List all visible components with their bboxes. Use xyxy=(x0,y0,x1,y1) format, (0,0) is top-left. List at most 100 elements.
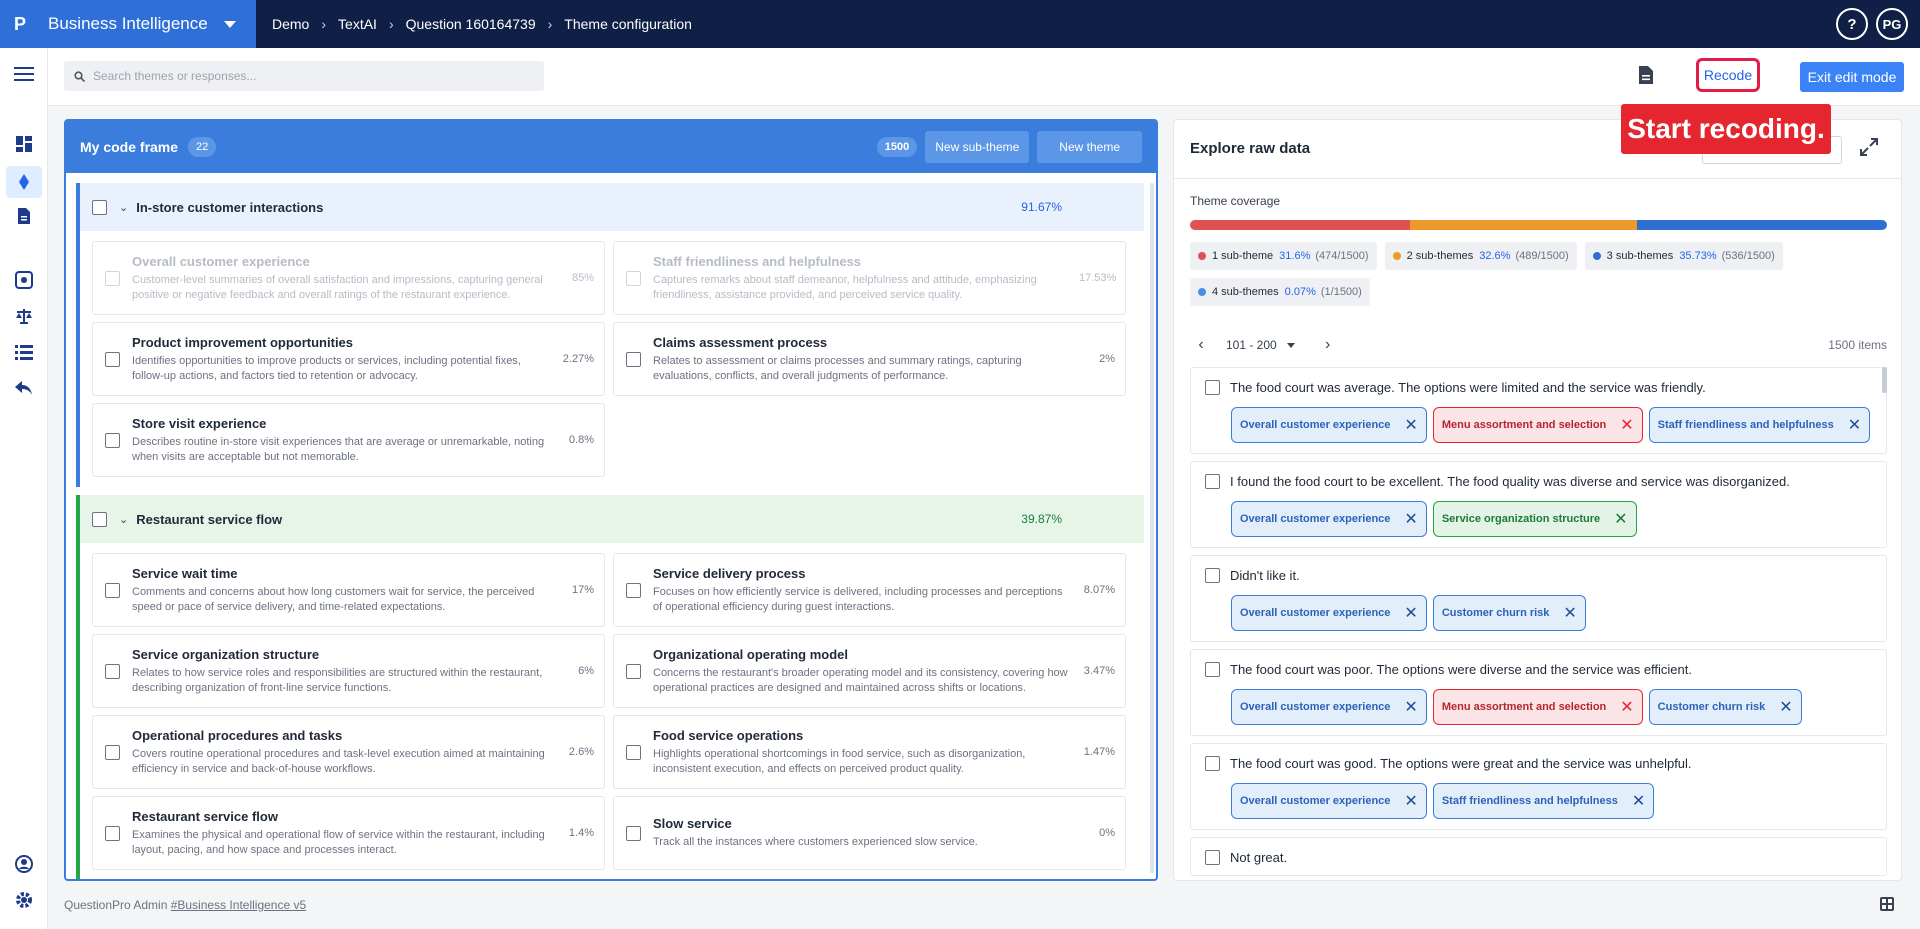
close-icon[interactable]: ✕ xyxy=(1779,697,1792,717)
theme-tag[interactable]: Overall customer experience ✕ xyxy=(1231,407,1427,443)
sub-theme-card[interactable]: Product improvement opportunities Identif… xyxy=(92,322,605,396)
sub-theme-checkbox[interactable] xyxy=(105,744,120,760)
expand-icon[interactable] xyxy=(1860,138,1878,159)
report-icon[interactable] xyxy=(14,206,34,226)
theme-header[interactable]: ⌄ In-store customer interactions 91.67% xyxy=(80,183,1144,231)
coverage-legend-item[interactable]: 2 sub-themes 32.6% (489/1500) xyxy=(1384,242,1577,270)
sub-theme-checkbox[interactable] xyxy=(105,663,120,679)
close-icon[interactable]: ✕ xyxy=(1620,697,1633,717)
theme-title: Restaurant service flow xyxy=(136,511,283,527)
sub-theme-checkbox[interactable] xyxy=(626,663,641,679)
breadcrumb-question[interactable]: Question 160164739 xyxy=(406,16,536,32)
sub-theme-checkbox[interactable] xyxy=(626,351,641,367)
footer-link[interactable]: #Business Intelligence v5 xyxy=(171,898,306,912)
sub-theme-checkbox[interactable] xyxy=(105,825,120,841)
close-icon[interactable]: ✕ xyxy=(1404,603,1417,623)
theme-tag[interactable]: Overall customer experience ✕ xyxy=(1231,783,1427,819)
search-input[interactable] xyxy=(93,69,533,83)
avatar[interactable]: PG xyxy=(1876,8,1908,40)
exit-edit-mode-button[interactable]: Exit edit mode xyxy=(1800,62,1904,92)
breadcrumb-textai[interactable]: TextAI xyxy=(338,16,377,32)
close-icon[interactable]: ✕ xyxy=(1614,509,1627,529)
textai-icon[interactable] xyxy=(6,166,42,198)
theme-tag[interactable]: Overall customer experience ✕ xyxy=(1231,501,1427,537)
sub-theme-card[interactable]: Staff friendliness and helpfulness Captur… xyxy=(613,241,1126,315)
sub-theme-card[interactable]: Organizational operating model Concerns t… xyxy=(613,634,1126,708)
sub-theme-card[interactable]: Operational procedures and tasks Covers r… xyxy=(92,715,605,789)
theme-tag[interactable]: Menu assortment and selection ✕ xyxy=(1432,407,1643,443)
chevron-down-icon[interactable] xyxy=(224,20,236,28)
sub-theme-checkbox[interactable] xyxy=(105,432,120,448)
close-icon[interactable]: ✕ xyxy=(1404,509,1417,529)
page-range[interactable]: 101 - 200 xyxy=(1226,338,1277,352)
theme-tag[interactable]: Menu assortment and selection ✕ xyxy=(1432,689,1643,725)
theme-tag[interactable]: Overall customer experience ✕ xyxy=(1231,595,1427,631)
search-box[interactable] xyxy=(64,61,544,91)
account-icon[interactable] xyxy=(14,854,34,874)
sub-theme-checkbox[interactable] xyxy=(626,744,641,760)
legend-count: (474/1500) xyxy=(1315,250,1369,262)
close-icon[interactable]: ✕ xyxy=(1632,791,1645,811)
balance-icon[interactable] xyxy=(14,306,34,326)
sub-theme-card[interactable]: Service organization structure Relates to… xyxy=(92,634,605,708)
back-arrow-icon[interactable] xyxy=(14,378,34,398)
sub-theme-card[interactable]: Overall customer experience Customer-leve… xyxy=(92,241,605,315)
theme-tag[interactable]: Service organization structure ✕ xyxy=(1432,501,1637,537)
sub-theme-card[interactable]: Service delivery process Focuses on how e… xyxy=(613,553,1126,627)
sub-theme-card[interactable]: Service wait time Comments and concerns a… xyxy=(92,553,605,627)
app-switcher[interactable]: P Business Intelligence xyxy=(0,0,256,48)
coverage-legend-item[interactable]: 3 sub-themes 35.73% (536/1500) xyxy=(1584,242,1783,270)
theme-tag[interactable]: Customer churn risk ✕ xyxy=(1432,595,1586,631)
close-icon[interactable]: ✕ xyxy=(1563,603,1576,623)
next-page-icon[interactable]: › xyxy=(1317,336,1339,354)
chevron-down-icon[interactable] xyxy=(1286,342,1295,348)
theme-header[interactable]: ⌄ Restaurant service flow 39.87% xyxy=(80,495,1144,543)
new-theme-button[interactable]: New theme xyxy=(1037,131,1142,163)
response-scrollbar[interactable] xyxy=(1882,367,1887,393)
sub-theme-card[interactable]: Food service operations Highlights operat… xyxy=(613,715,1126,789)
response-checkbox[interactable] xyxy=(1205,662,1220,677)
gear-icon[interactable] xyxy=(14,890,34,910)
close-icon[interactable]: ✕ xyxy=(1848,415,1861,435)
close-icon[interactable]: ✕ xyxy=(1404,791,1417,811)
list-icon[interactable] xyxy=(14,342,34,362)
sub-theme-checkbox[interactable] xyxy=(626,825,641,841)
analysis-icon[interactable] xyxy=(14,270,34,290)
theme-tag[interactable]: Customer churn risk ✕ xyxy=(1648,689,1802,725)
sub-theme-checkbox[interactable] xyxy=(105,582,120,598)
coverage-legend-item[interactable]: 1 sub-theme 31.6% (474/1500) xyxy=(1190,242,1377,270)
calculator-icon[interactable] xyxy=(1880,897,1894,914)
response-checkbox[interactable] xyxy=(1205,380,1220,395)
chevron-down-icon[interactable]: ⌄ xyxy=(119,513,128,526)
recode-button[interactable]: Recode xyxy=(1696,58,1760,92)
theme-tag[interactable]: Overall customer experience ✕ xyxy=(1231,689,1427,725)
sub-theme-card[interactable]: Restaurant service flow Examines the phys… xyxy=(92,796,605,870)
sub-theme-card[interactable]: Slow service Track all the instances wher… xyxy=(613,796,1126,870)
close-icon[interactable]: ✕ xyxy=(1620,415,1633,435)
breadcrumb-demo[interactable]: Demo xyxy=(272,16,309,32)
response-checkbox[interactable] xyxy=(1205,474,1220,489)
help-button[interactable]: ? xyxy=(1836,8,1868,40)
response-checkbox[interactable] xyxy=(1205,850,1220,865)
chevron-down-icon[interactable]: ⌄ xyxy=(119,201,128,214)
theme-checkbox[interactable] xyxy=(92,199,107,215)
menu-icon[interactable] xyxy=(14,64,34,84)
theme-tag[interactable]: Staff friendliness and helpfulness ✕ xyxy=(1648,407,1871,443)
coverage-legend-item[interactable]: 4 sub-themes 0.07% (1/1500) xyxy=(1190,278,1370,306)
sub-theme-text: Organizational operating model Concerns t… xyxy=(653,647,1079,696)
new-sub-theme-button[interactable]: New sub-theme xyxy=(925,131,1030,163)
sub-theme-checkbox[interactable] xyxy=(105,351,120,367)
dashboard-icon[interactable] xyxy=(14,134,34,154)
theme-tag[interactable]: Staff friendliness and helpfulness ✕ xyxy=(1432,783,1655,819)
response-checkbox[interactable] xyxy=(1205,756,1220,771)
sub-theme-checkbox[interactable] xyxy=(626,582,641,598)
close-icon[interactable]: ✕ xyxy=(1404,415,1417,435)
close-icon[interactable]: ✕ xyxy=(1404,697,1417,717)
sub-theme-card[interactable]: Claims assessment process Relates to asse… xyxy=(613,322,1126,396)
response-checkbox[interactable] xyxy=(1205,568,1220,583)
code-frame-scrollbar[interactable] xyxy=(1150,183,1154,873)
sub-theme-card[interactable]: Store visit experience Describes routine … xyxy=(92,403,605,477)
theme-checkbox[interactable] xyxy=(92,511,107,527)
previous-page-icon[interactable]: ‹ xyxy=(1190,336,1212,354)
document-icon[interactable] xyxy=(1638,66,1654,87)
